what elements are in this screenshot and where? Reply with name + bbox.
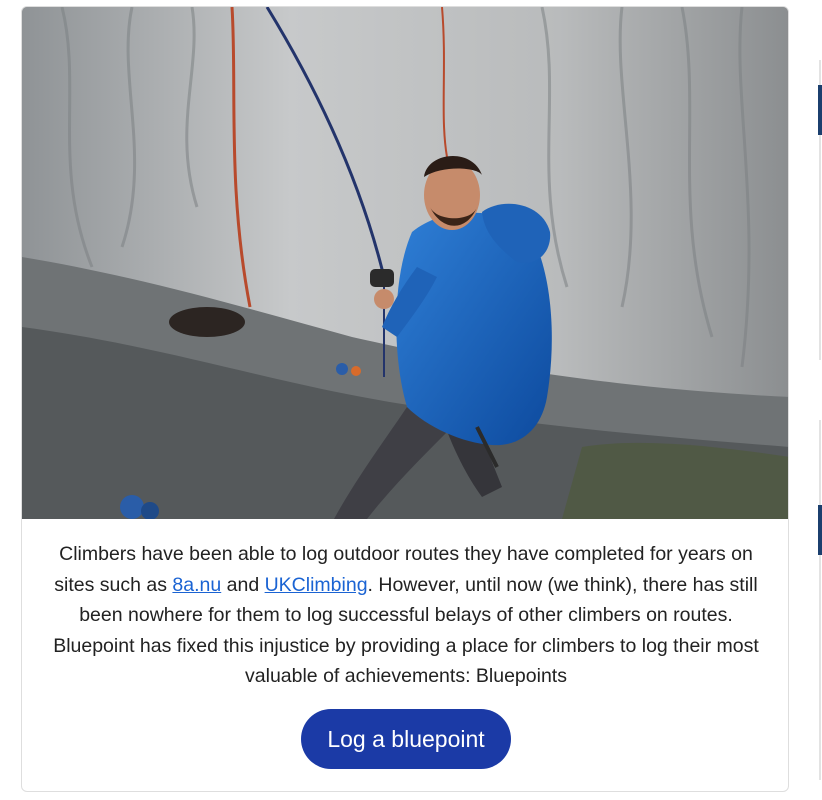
intro-paragraph: Climbers have been able to log outdoor r…	[22, 539, 788, 692]
climber-photo-illustration	[22, 7, 788, 519]
rail-accent-bottom	[818, 505, 822, 555]
hero-image	[22, 7, 788, 519]
link-ukclimbing[interactable]: UKClimbing	[265, 574, 368, 596]
right-scroll-rail	[818, 0, 822, 800]
rail-accent-top	[818, 85, 822, 135]
rail-divider-bottom	[819, 420, 821, 780]
link-8a-nu[interactable]: 8a.nu	[172, 574, 221, 596]
log-bluepoint-button[interactable]: Log a bluepoint	[301, 709, 511, 769]
intro-text-part-2: and	[221, 573, 265, 596]
intro-card: Climbers have been able to log outdoor r…	[21, 6, 789, 792]
cta-wrapper: Log a bluepoint	[22, 709, 788, 769]
